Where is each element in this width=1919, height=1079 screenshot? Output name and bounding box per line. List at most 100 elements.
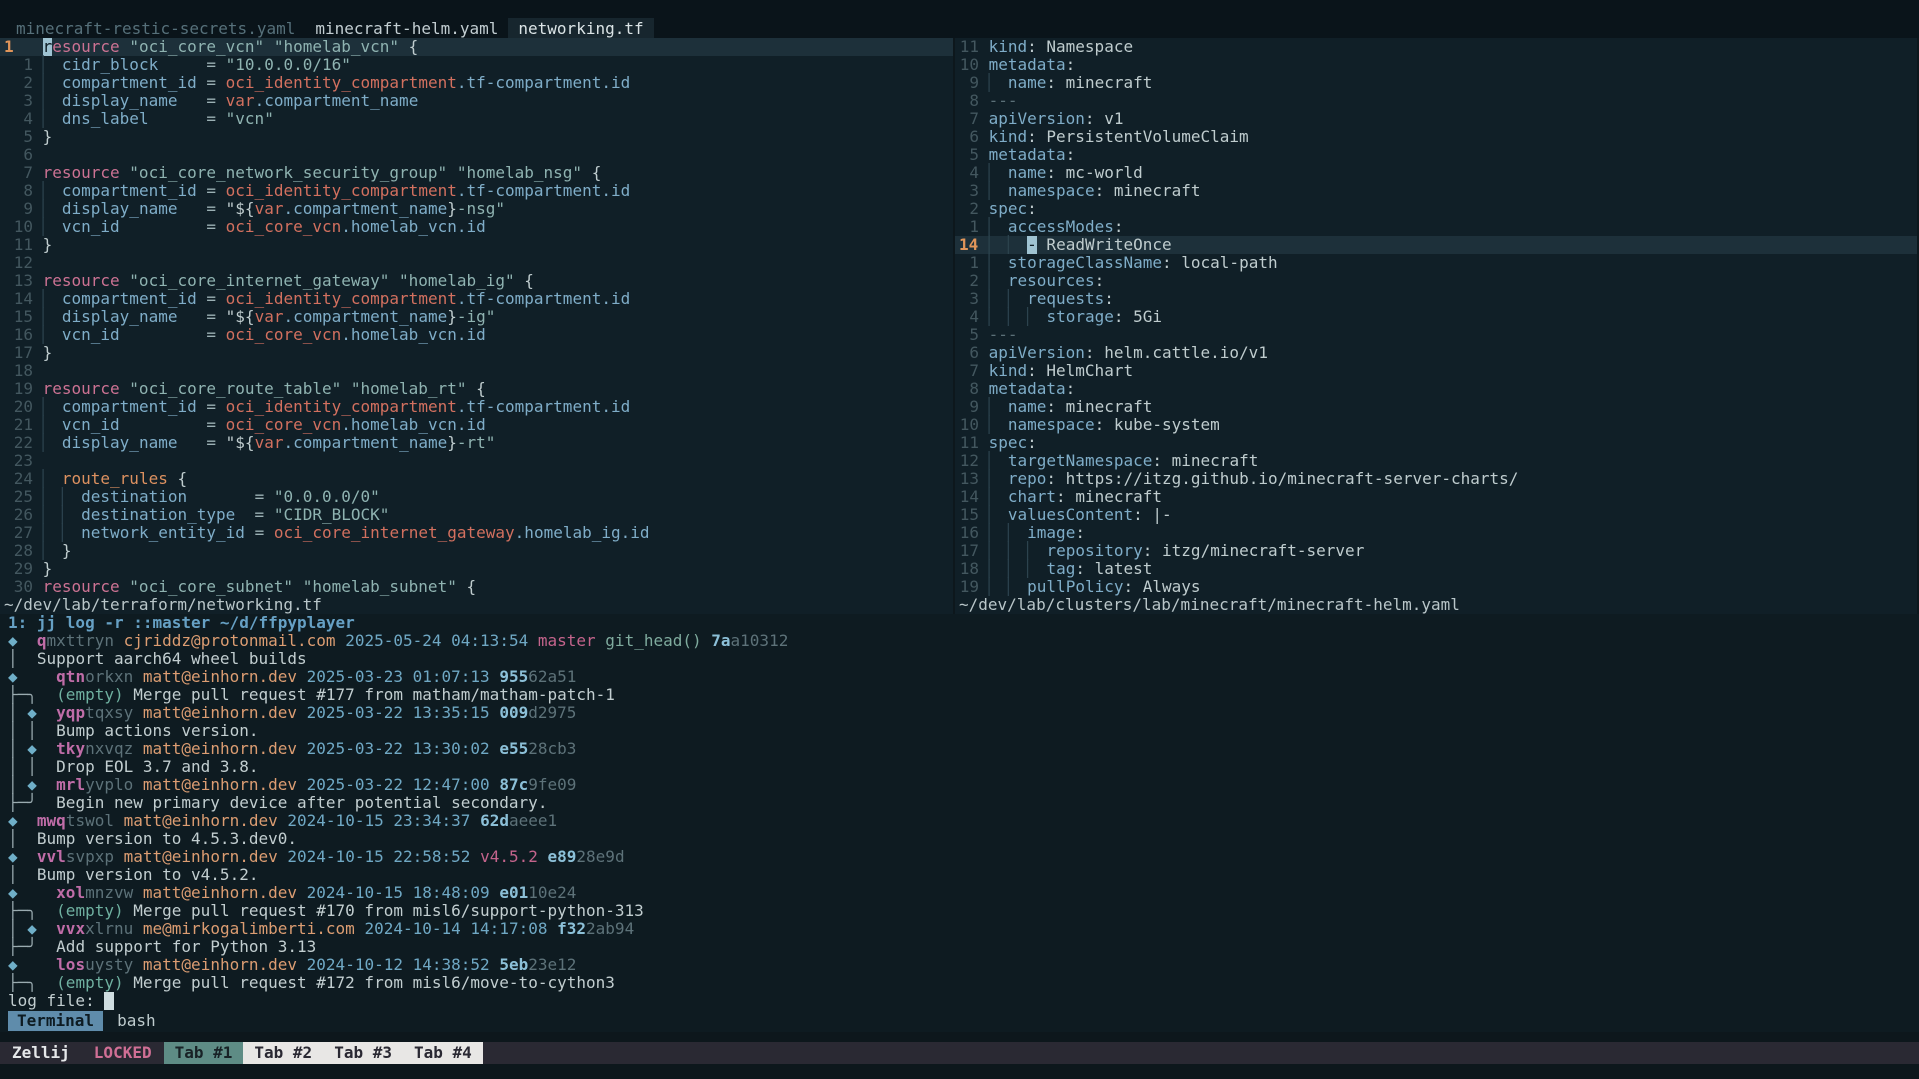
token: tswol (66, 812, 114, 830)
buffer-tab-networking[interactable]: networking.tf (508, 18, 653, 38)
zellij-tab-3[interactable]: Tab #3 (323, 1042, 403, 1064)
indent-guide: ▏ (43, 74, 53, 92)
token: "${ (226, 434, 255, 452)
token: } (43, 236, 53, 254)
graph-line: ├─╮ (8, 902, 37, 920)
token (187, 488, 254, 506)
editor-pane-networking-tf[interactable]: 1resource "oci_core_vcn" "homelab_vcn" {… (0, 38, 955, 614)
token: : itzg/minecraft-server (1143, 542, 1365, 560)
token: = (206, 434, 216, 452)
indent-guide: ▏ (62, 524, 72, 542)
token: kind (989, 38, 1028, 56)
zellij-tab-4[interactable]: Tab #4 (403, 1042, 483, 1064)
token (490, 668, 500, 686)
token (133, 884, 143, 902)
editor-pane-minecraft-helm-yaml[interactable]: 11kind: Namespace10metadata:9▏ name: min… (955, 38, 1917, 614)
log-row: log file: (0, 992, 1919, 1010)
token (52, 218, 62, 236)
indent-guide: ▏ (989, 398, 999, 416)
code-line: 16▏ vcn_id = oci_core_vcn.homelab_vcn.id (0, 326, 953, 344)
token (998, 236, 1008, 254)
token (1018, 542, 1028, 560)
commit-node-icon: ◆ (27, 704, 37, 722)
log-row: │ │ Bump actions version. (0, 722, 1919, 740)
code-line: 14▏ compartment_id = oci_identity_compar… (0, 290, 953, 308)
indent-guide: ▏ (1008, 542, 1018, 560)
line-number: 6 (959, 344, 979, 362)
cursor (104, 992, 114, 1010)
indent-guide: ▏ (1008, 290, 1018, 308)
token: = (206, 416, 216, 434)
token: "homelab_nsg" (457, 164, 582, 182)
commit-node-icon: ◆ (27, 920, 37, 938)
line-number: 14 (959, 236, 979, 254)
log-row: ◆ vvlsvpxp matt@einhorn.dev 2024-10-15 2… (0, 848, 1919, 866)
commit-node-icon: ◆ (8, 632, 18, 650)
token (1037, 308, 1047, 326)
token: valuesContent (1008, 506, 1133, 524)
code-line: 20▏ compartment_id = oci_identity_compar… (0, 398, 953, 416)
cursor: - (1027, 236, 1037, 254)
token: 23e12 (528, 956, 576, 974)
token (1037, 542, 1047, 560)
log-row: ├─╮ (empty) Merge pull request #172 from… (0, 974, 1919, 992)
token (72, 506, 82, 524)
token: oci_core_internet_gateway (274, 524, 515, 542)
token: .tf-compartment.id (457, 74, 630, 92)
token (998, 578, 1008, 596)
token (120, 578, 130, 596)
token: resource (43, 272, 120, 290)
token: storage (1046, 308, 1113, 326)
indent-guide: ▏ (1008, 560, 1018, 578)
token (37, 740, 56, 758)
statusline-left-path: ~/dev/lab/terraform/networking.tf (0, 596, 953, 614)
token (490, 740, 500, 758)
token (355, 920, 365, 938)
token: = (206, 200, 216, 218)
zellij-tab-1[interactable]: Tab #1 (164, 1042, 244, 1064)
token (120, 164, 130, 182)
token: matt@einhorn.dev (143, 704, 297, 722)
token: pullPolicy (1027, 578, 1123, 596)
terminal-pane[interactable]: 1: jj log -r ::master ~/d/ffpyplayer ◆ q… (0, 614, 1919, 1032)
line-number: 2 (4, 74, 33, 92)
token: --- (989, 326, 1018, 344)
zellij-tab-2[interactable]: Tab #2 (243, 1042, 323, 1064)
line-number: 12 (959, 452, 979, 470)
token (547, 920, 557, 938)
token: kind (989, 128, 1028, 146)
token (52, 434, 62, 452)
token (177, 308, 206, 326)
token (216, 416, 226, 434)
log-row: │ ◆ mrlyvplo matt@einhorn.dev 2025-03-22… (0, 776, 1919, 794)
buffer-tab-minecraft-restic-secrets[interactable]: minecraft-restic-secrets.yaml (6, 18, 305, 38)
token (998, 452, 1008, 470)
token (197, 398, 207, 416)
line-number: 28 (4, 542, 33, 560)
code-line: 4▏ name: mc-world (955, 164, 1917, 182)
cursor: r (43, 38, 53, 56)
token: name (1008, 164, 1047, 182)
token: name (1008, 398, 1047, 416)
token (120, 326, 207, 344)
code-line: 17} (0, 344, 953, 362)
code-line: 2▏ resources: (955, 272, 1917, 290)
token (998, 470, 1008, 488)
token (18, 956, 57, 974)
token: { (168, 470, 187, 488)
token: 2025-03-22 13:35:15 (307, 704, 490, 722)
line-number: 8 (4, 182, 33, 200)
token: : (1027, 434, 1037, 452)
token: cidr_block (62, 56, 158, 74)
token: destination (81, 488, 187, 506)
indent-guide: ▏ (62, 506, 72, 524)
token: } (447, 434, 457, 452)
token: 7a (711, 632, 730, 650)
token: orkxn (85, 668, 133, 686)
token (52, 470, 62, 488)
code-line: 7kind: HelmChart (955, 362, 1917, 380)
token: me@mirkogalimberti.com (143, 920, 355, 938)
buffer-tab-minecraft-helm[interactable]: minecraft-helm.yaml (305, 18, 508, 38)
token: 2024-10-15 23:34:37 (287, 812, 470, 830)
log-row: ◆ qtnorkxn matt@einhorn.dev 2025-03-23 0… (0, 668, 1919, 686)
